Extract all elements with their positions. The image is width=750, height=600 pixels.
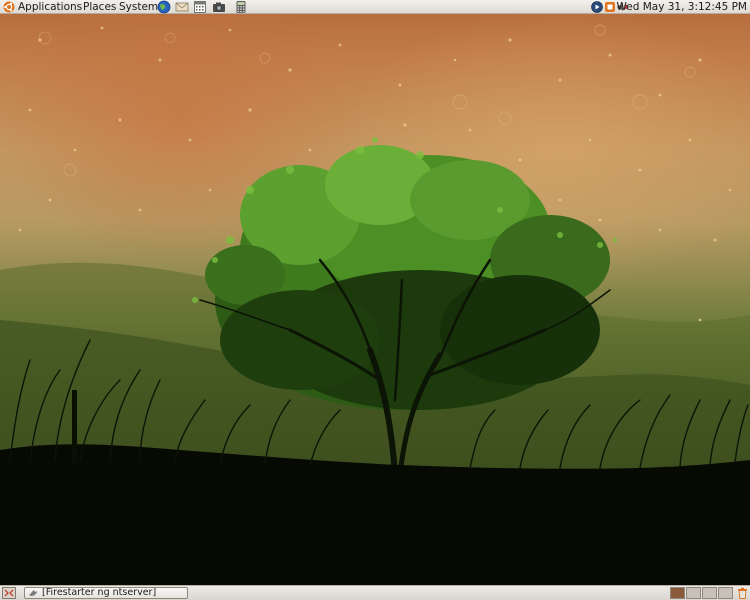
workspace-1[interactable] xyxy=(670,587,685,599)
calculator-icon[interactable] xyxy=(234,0,248,14)
workspace-3[interactable] xyxy=(702,587,717,599)
desktop: Applications Places System Wed May 31, 3… xyxy=(0,0,750,600)
web-browser-icon[interactable] xyxy=(157,0,171,14)
update-notifier-icon[interactable] xyxy=(604,1,616,13)
wallpaper-illustration xyxy=(0,24,750,600)
workspace-2[interactable] xyxy=(686,587,701,599)
trash-icon[interactable] xyxy=(737,587,748,599)
firewall-app-icon xyxy=(29,590,37,596)
show-desktop-icon[interactable] xyxy=(2,587,16,599)
desktop-wallpaper xyxy=(0,0,750,600)
camera-icon[interactable] xyxy=(212,0,226,14)
calendar-icon[interactable] xyxy=(193,0,207,14)
menu-system[interactable]: System xyxy=(119,0,158,14)
ubuntu-logo-icon[interactable] xyxy=(3,1,15,13)
taskbar-button-label: [Firestarter ng ntserver] xyxy=(42,587,157,598)
menu-places[interactable]: Places xyxy=(83,0,116,14)
taskbar-button-firestarter[interactable]: [Firestarter ng ntserver] xyxy=(24,587,188,599)
top-panel: Applications Places System Wed May 31, 3… xyxy=(0,0,750,14)
clock[interactable]: Wed May 31, 3:12:45 PM xyxy=(616,0,747,14)
bottom-panel: [Firestarter ng ntserver] xyxy=(0,585,750,600)
menu-applications[interactable]: Applications xyxy=(18,0,82,14)
mail-client-icon[interactable] xyxy=(175,0,189,14)
workspace-switcher[interactable] xyxy=(670,587,734,599)
workspace-4[interactable] xyxy=(718,587,733,599)
media-player-icon[interactable] xyxy=(591,1,603,13)
